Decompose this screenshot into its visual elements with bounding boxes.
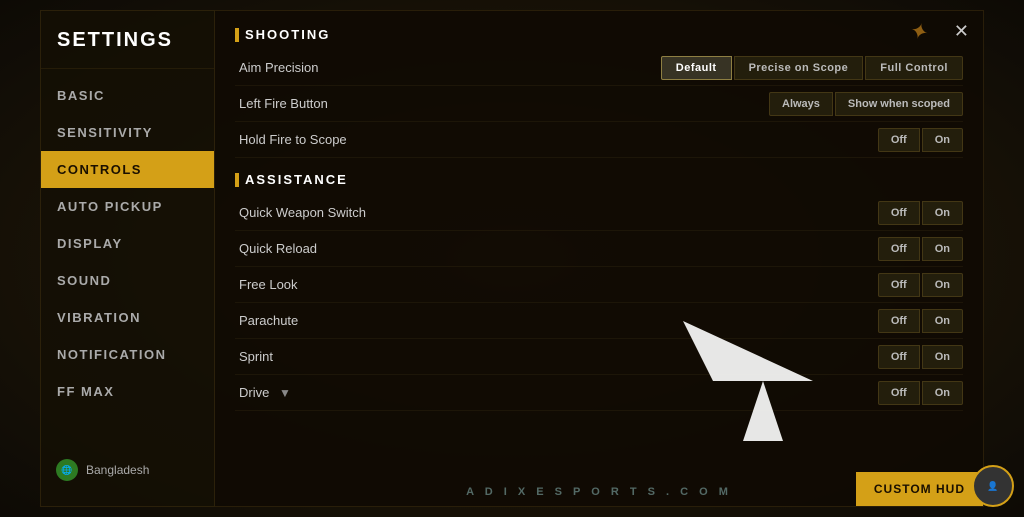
quick-reload-on-btn[interactable]: On: [922, 237, 963, 261]
sidebar-item-sound[interactable]: SOUND: [41, 262, 214, 299]
section-bar-shooting: [235, 28, 239, 42]
avatar-placeholder: 👤: [987, 481, 998, 492]
drive-label: Drive ▼: [235, 385, 878, 400]
settings-panel: SETTINGS BASIC SENSITIVITY CONTROLS AUTO…: [40, 10, 984, 507]
sidebar-item-controls[interactable]: CONTROLS: [41, 151, 214, 188]
parachute-row: Parachute Off On: [235, 303, 963, 339]
parachute-off-btn[interactable]: Off: [878, 309, 920, 333]
sidebar-item-notification[interactable]: NOTIFICATION: [41, 336, 214, 373]
sidebar-item-sensitivity[interactable]: SENSITIVITY: [41, 114, 214, 151]
quick-reload-row: Quick Reload Off On: [235, 231, 963, 267]
hold-fire-off-btn[interactable]: Off: [878, 128, 920, 152]
left-fire-button-controls: Always Show when scoped: [769, 92, 963, 116]
hold-fire-label: Hold Fire to Scope: [235, 132, 878, 147]
parachute-controls: Off On: [878, 309, 963, 333]
sidebar-item-ff-max[interactable]: FF MAX: [41, 373, 214, 410]
custom-hud-button[interactable]: CUSTOM HUD: [856, 472, 983, 506]
drive-off-btn[interactable]: Off: [878, 381, 920, 405]
avatar: 👤: [972, 465, 1014, 507]
corner-decoration: ✦: [907, 17, 932, 47]
free-look-off-btn[interactable]: Off: [878, 273, 920, 297]
watermark: A D I X E S P O R T S . C O M: [466, 486, 732, 498]
quick-weapon-switch-label: Quick Weapon Switch: [235, 205, 878, 220]
hold-fire-to-scope-row: Hold Fire to Scope Off On: [235, 122, 963, 158]
drive-on-btn[interactable]: On: [922, 381, 963, 405]
quick-weapon-switch-row: Quick Weapon Switch Off On: [235, 195, 963, 231]
drive-row: Drive ▼ Off On: [235, 375, 963, 411]
aim-precision-label: Aim Precision: [235, 60, 661, 75]
parachute-on-btn[interactable]: On: [922, 309, 963, 333]
aim-precision-row: Aim Precision Default Precise on Scope F…: [235, 50, 963, 86]
aim-precision-precise-btn[interactable]: Precise on Scope: [734, 56, 864, 80]
hold-fire-on-btn[interactable]: On: [922, 128, 963, 152]
sprint-row: Sprint Off On: [235, 339, 963, 375]
quick-weapon-switch-off-btn[interactable]: Off: [878, 201, 920, 225]
sprint-off-btn[interactable]: Off: [878, 345, 920, 369]
quick-weapon-switch-controls: Off On: [878, 201, 963, 225]
settings-title: SETTINGS: [41, 21, 214, 69]
free-look-row: Free Look Off On: [235, 267, 963, 303]
flag-icon: 🌐: [56, 459, 78, 481]
free-look-label: Free Look: [235, 277, 878, 292]
free-look-on-btn[interactable]: On: [922, 273, 963, 297]
left-fire-button-label: Left Fire Button: [235, 96, 769, 111]
left-fire-scoped-btn[interactable]: Show when scoped: [835, 92, 963, 116]
aim-precision-default-btn[interactable]: Default: [661, 56, 732, 80]
sidebar: SETTINGS BASIC SENSITIVITY CONTROLS AUTO…: [40, 10, 215, 507]
section-bar-assistance: [235, 173, 239, 187]
main-content: ✕ ✦ SHOOTING Aim Precision Default Preci…: [215, 10, 984, 507]
sidebar-footer: 🌐 Bangladesh: [40, 451, 215, 489]
region-label: Bangladesh: [86, 463, 149, 477]
sidebar-item-auto-pickup[interactable]: AUTO PICKUP: [41, 188, 214, 225]
drive-chevron-icon: ▼: [279, 386, 291, 400]
aim-precision-controls: Default Precise on Scope Full Control: [661, 56, 963, 80]
free-look-controls: Off On: [878, 273, 963, 297]
sidebar-item-vibration[interactable]: VIBRATION: [41, 299, 214, 336]
quick-reload-controls: Off On: [878, 237, 963, 261]
drive-controls: Off On: [878, 381, 963, 405]
shooting-section-title: SHOOTING: [235, 27, 963, 42]
sidebar-item-basic[interactable]: BASIC: [41, 77, 214, 114]
sprint-label: Sprint: [235, 349, 878, 364]
quick-reload-off-btn[interactable]: Off: [878, 237, 920, 261]
aim-precision-fullcontrol-btn[interactable]: Full Control: [865, 56, 963, 80]
left-fire-button-row: Left Fire Button Always Show when scoped: [235, 86, 963, 122]
quick-reload-label: Quick Reload: [235, 241, 878, 256]
assistance-section-title: ASSISTANCE: [235, 172, 963, 187]
hold-fire-controls: Off On: [878, 128, 963, 152]
parachute-label: Parachute: [235, 313, 878, 328]
quick-weapon-switch-on-btn[interactable]: On: [922, 201, 963, 225]
close-button[interactable]: ✕: [954, 21, 969, 42]
sprint-on-btn[interactable]: On: [922, 345, 963, 369]
sprint-controls: Off On: [878, 345, 963, 369]
sidebar-item-display[interactable]: DISPLAY: [41, 225, 214, 262]
left-fire-always-btn[interactable]: Always: [769, 92, 833, 116]
